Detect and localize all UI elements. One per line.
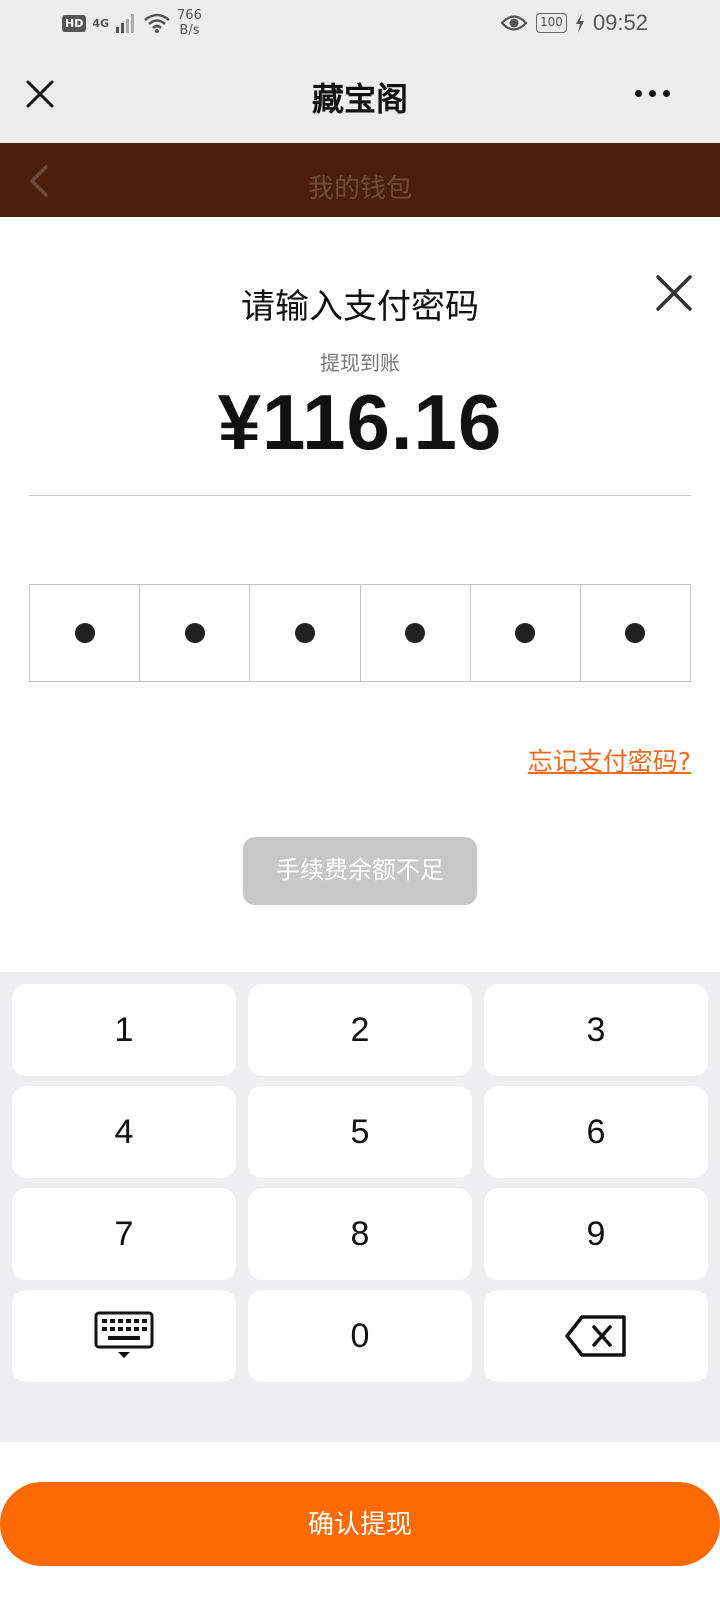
more-dot	[635, 90, 642, 97]
more-options-icon[interactable]	[635, 90, 670, 97]
amount-label: 提现到账	[320, 351, 400, 375]
withdraw-amount: ¥116.16	[217, 378, 503, 466]
key-9[interactable]: 9	[484, 1188, 708, 1280]
speed-value: 766	[177, 8, 202, 23]
key-1[interactable]: 1	[12, 984, 236, 1076]
key-5[interactable]: 5	[248, 1086, 472, 1178]
pin-dot	[515, 623, 536, 643]
charging-icon	[575, 13, 584, 33]
network-speed: 766 B/s	[177, 8, 202, 38]
pin-cell	[30, 585, 141, 681]
key-4[interactable]: 4	[12, 1086, 236, 1178]
signal-icon	[116, 14, 135, 33]
more-dot	[649, 90, 656, 97]
pin-cell	[250, 585, 361, 681]
wallet-header: 我的钱包	[0, 143, 720, 217]
network-type: 4G	[92, 16, 110, 30]
numeric-keypad: 1 2 3 4 5 6 7 8 9 0	[0, 972, 720, 1442]
key-8[interactable]: 8	[248, 1188, 472, 1280]
hd-badge: HD	[62, 14, 87, 32]
clock: 09:52	[592, 10, 648, 35]
divider	[29, 495, 691, 496]
insufficient-fee-button[interactable]: 手续费余额不足	[243, 837, 477, 905]
more-dot	[663, 90, 670, 97]
pin-cell	[471, 585, 581, 681]
key-7[interactable]: 7	[12, 1188, 236, 1280]
pin-cell	[140, 585, 251, 681]
backspace-icon	[565, 1315, 626, 1357]
app-bar: 藏宝阁	[0, 50, 720, 143]
status-right: 100 09:52	[500, 10, 648, 36]
pin-dot	[294, 623, 315, 643]
pin-cell	[361, 585, 471, 681]
key-3[interactable]: 3	[484, 984, 708, 1076]
pin-dot	[184, 623, 205, 643]
bottom-bar: 确认提现	[0, 1442, 720, 1600]
hide-keyboard-key[interactable]	[12, 1290, 236, 1382]
eye-icon	[500, 15, 528, 31]
pin-dot	[74, 623, 95, 643]
pin-input[interactable]	[29, 584, 691, 682]
dialog-title: 请输入支付密码	[241, 287, 479, 327]
pin-cell	[581, 585, 690, 681]
wallet-title: 我的钱包	[307, 174, 412, 204]
close-dialog-icon[interactable]	[655, 274, 693, 312]
status-bar: HD 4G 766 B/s 100 09:52	[0, 0, 720, 50]
backspace-key[interactable]	[484, 1290, 708, 1382]
speed-unit: B/s	[179, 23, 200, 38]
app-title: 藏宝阁	[311, 80, 408, 118]
pin-dot	[405, 623, 426, 643]
pin-dot	[625, 623, 646, 643]
wifi-icon	[144, 13, 170, 33]
payment-password-dialog: 请输入支付密码 提现到账 ¥116.16 忘记支付密码? 手续费余额不足	[0, 217, 720, 972]
keyboard-icon	[94, 1311, 154, 1358]
confirm-withdraw-button[interactable]: 确认提现	[0, 1482, 720, 1566]
key-2[interactable]: 2	[248, 984, 472, 1076]
key-0[interactable]: 0	[248, 1290, 472, 1382]
forgot-password-link[interactable]: 忘记支付密码?	[528, 742, 691, 778]
battery-indicator: 100	[536, 13, 567, 33]
key-6[interactable]: 6	[484, 1086, 708, 1178]
status-left: HD 4G 766 B/s	[62, 8, 202, 38]
